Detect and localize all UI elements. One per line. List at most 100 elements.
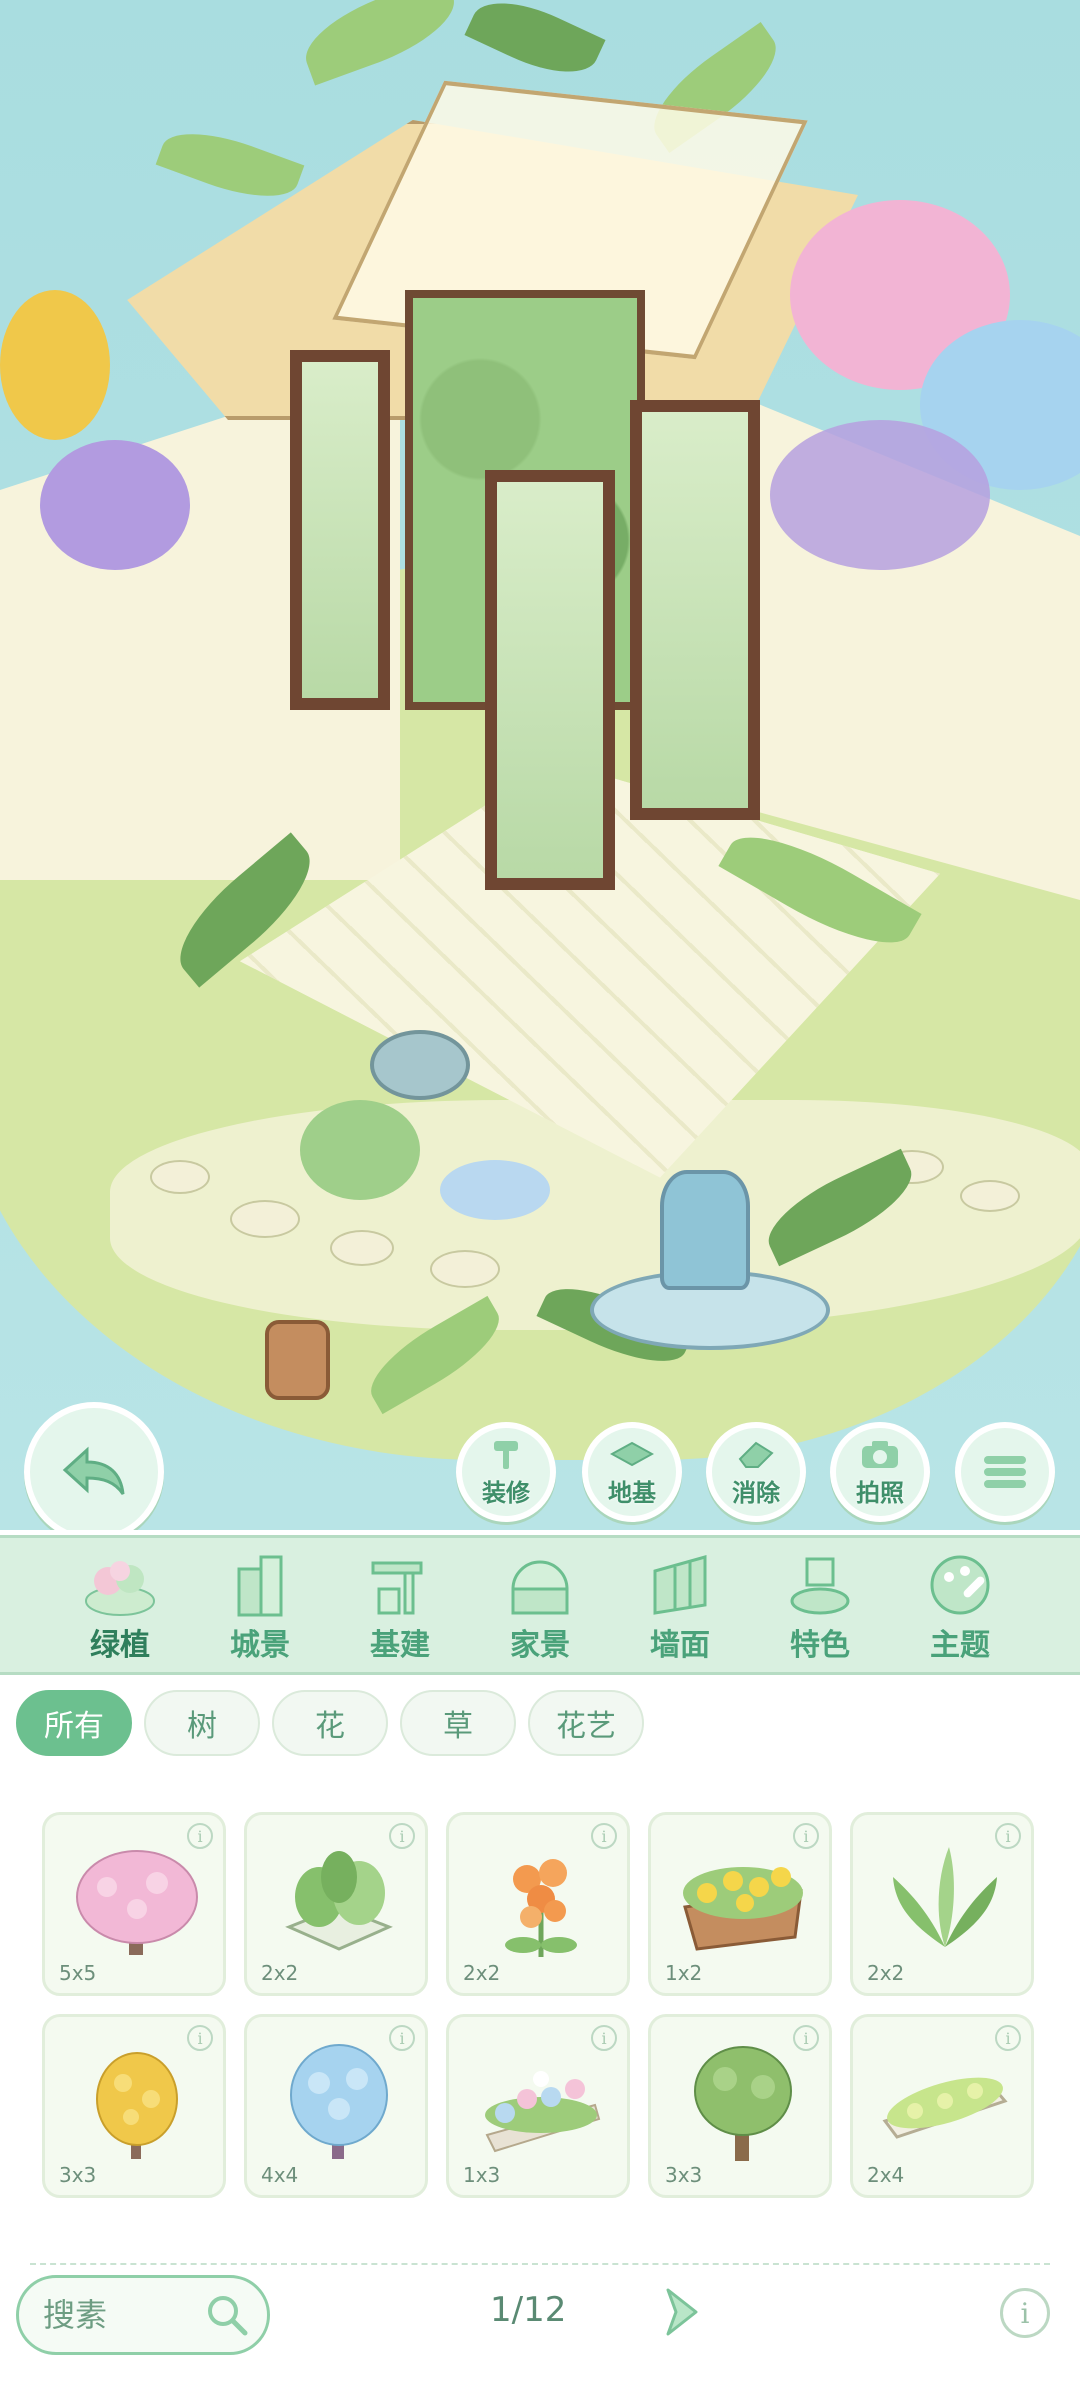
fountain-tier: [660, 1170, 750, 1290]
category-label: 主题: [930, 1628, 990, 1663]
photo-label: 拍照: [856, 1478, 904, 1507]
wooden-door-frame: [485, 470, 615, 890]
info-icon[interactable]: i: [793, 1823, 819, 1849]
yellow-flower-tree: [0, 290, 110, 440]
menu-button[interactable]: [955, 1422, 1055, 1522]
filter-all[interactable]: 所有: [16, 1690, 132, 1756]
foundation-button[interactable]: 地基: [582, 1422, 682, 1522]
search-input[interactable]: [43, 2296, 183, 2334]
wall-icon: [640, 1548, 720, 1620]
info-icon[interactable]: i: [591, 1823, 617, 1849]
item-card[interactable]: i 2x4: [850, 2014, 1034, 2198]
info-icon[interactable]: i: [187, 2025, 213, 2051]
item-card[interactable]: i 5x5: [42, 1812, 226, 1996]
purple-flower-bush: [40, 440, 190, 570]
item-size: 1x3: [463, 2163, 501, 2187]
item-card[interactable]: i 2x2: [244, 1812, 428, 1996]
info-icon[interactable]: i: [591, 2025, 617, 2051]
filter-flowers[interactable]: 花: [272, 1690, 388, 1756]
item-card[interactable]: i 1x2: [648, 1812, 832, 1996]
leafy-planter-icon: [285, 1851, 393, 1951]
erase-label: 消除: [732, 1478, 780, 1507]
category-tab-theme[interactable]: 主题: [900, 1539, 1020, 1664]
orange-flower-icon: [505, 1859, 577, 1957]
info-icon[interactable]: i: [1000, 2288, 1050, 2338]
info-icon[interactable]: i: [389, 1823, 415, 1849]
camera-icon: [858, 1437, 902, 1471]
info-icon[interactable]: i: [793, 2025, 819, 2051]
filter-floral-art[interactable]: 花艺: [528, 1690, 644, 1756]
category-tab-featured[interactable]: 特色: [760, 1539, 880, 1664]
info-icon[interactable]: i: [995, 2025, 1021, 2051]
page-indicator: 1/12: [490, 2290, 567, 2330]
building-icon: [220, 1548, 300, 1620]
round-table: [370, 1030, 470, 1100]
path-stone: [430, 1250, 500, 1288]
item-card[interactable]: i 2x2: [850, 1812, 1034, 1996]
path-stone: [330, 1230, 394, 1266]
info-icon[interactable]: i: [995, 1823, 1021, 1849]
item-card[interactable]: i 2x2: [446, 1812, 630, 1996]
item-card[interactable]: i 3x3: [648, 2014, 832, 2198]
item-size: 2x2: [867, 1961, 905, 1985]
category-tab-home[interactable]: 家景: [480, 1539, 600, 1664]
item-size: 4x4: [261, 2163, 299, 2187]
category-label: 特色: [790, 1628, 850, 1663]
info-icon[interactable]: i: [187, 1823, 213, 1849]
category-label: 城景: [230, 1628, 290, 1663]
category-tab-cityscape[interactable]: 城景: [200, 1539, 320, 1664]
chevron-right-icon[interactable]: [650, 2282, 710, 2342]
foundation-icon: [610, 1437, 654, 1471]
construction-icon: [360, 1548, 440, 1620]
divider: [30, 2263, 1050, 2265]
blue-tree-icon: [290, 2044, 388, 2159]
path-stone: [150, 1160, 210, 1194]
item-size: 2x2: [261, 1961, 299, 1985]
green-plant-icon: [893, 1847, 997, 1947]
renovate-button[interactable]: 装修: [456, 1422, 556, 1522]
wooden-door-frame: [630, 400, 760, 820]
category-tab-plants[interactable]: 绿植: [60, 1539, 180, 1664]
path-stone: [960, 1180, 1020, 1212]
item-grid: i 5x5 i 2x2 i 2x2 i 1x2 i 2x2 i 3x3 i 4x…: [42, 1812, 1042, 2198]
category-tab-walls[interactable]: 墙面: [620, 1539, 740, 1664]
erase-button[interactable]: 消除: [706, 1422, 806, 1522]
home-icon: [500, 1548, 580, 1620]
search-icon[interactable]: [205, 2293, 249, 2337]
info-icon[interactable]: i: [389, 2025, 415, 2051]
photo-button[interactable]: 拍照: [830, 1422, 930, 1522]
plant-icon: [80, 1548, 160, 1620]
category-label: 绿植: [90, 1628, 150, 1663]
filter-grass[interactable]: 草: [400, 1690, 516, 1756]
item-card[interactable]: i 3x3: [42, 2014, 226, 2198]
search-box[interactable]: [16, 2275, 270, 2355]
yellow-tree-icon: [96, 2052, 178, 2159]
category-label: 墙面: [650, 1628, 710, 1663]
filter-tabs: 所有 树 花 草 花艺: [16, 1690, 644, 1756]
feature-icon: [780, 1548, 860, 1620]
item-size: 3x3: [665, 2163, 703, 2187]
category-bar: 绿植 城景 基建 家景 墙面 特色 主题: [0, 1535, 1080, 1675]
banana-leaf: [464, 0, 606, 90]
foundation-label: 地基: [608, 1478, 656, 1507]
garden-scene[interactable]: 装修 地基 消除 拍照: [0, 0, 1080, 1530]
item-card[interactable]: i 4x4: [244, 2014, 428, 2198]
hedge-box-icon: [882, 2077, 1008, 2139]
wooden-barrel: [265, 1320, 330, 1400]
back-button[interactable]: [24, 1402, 164, 1530]
banana-leaf: [155, 117, 305, 213]
item-size: 2x2: [463, 1961, 501, 1985]
back-arrow-icon: [62, 1446, 125, 1495]
shrub: [300, 1100, 420, 1200]
eraser-icon: [734, 1437, 778, 1471]
menu-icon: [984, 1456, 1026, 1488]
filter-trees[interactable]: 树: [144, 1690, 260, 1756]
category-tab-infrastructure[interactable]: 基建: [340, 1539, 460, 1664]
item-card[interactable]: i 1x3: [446, 2014, 630, 2198]
yellow-flower-box-icon: [683, 1867, 803, 1951]
banana-leaf: [294, 0, 466, 86]
category-label: 基建: [370, 1628, 430, 1663]
pink-blossom-tree-icon: [76, 1850, 198, 1955]
item-size: 3x3: [59, 2163, 97, 2187]
wisteria-vines: [770, 420, 990, 570]
